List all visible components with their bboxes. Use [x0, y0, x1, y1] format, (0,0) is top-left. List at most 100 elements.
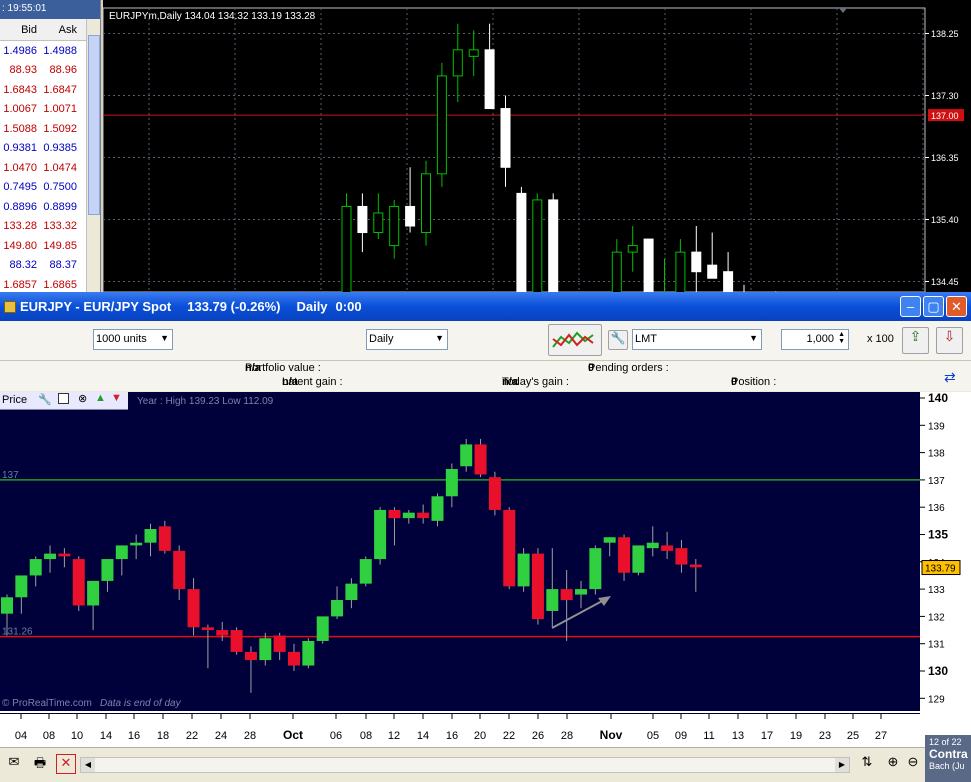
period-select-value: Daily [369, 333, 394, 345]
chart-style-button[interactable] [548, 324, 602, 356]
units-select[interactable]: 1000 units ▼ [93, 329, 173, 350]
status-bar: ✉ 🖶 ✕ ◀ ▶ ⇅ ⊕ ⊖ [0, 747, 971, 782]
quote-row[interactable]: 0.8896 0.8899 [0, 197, 100, 217]
market-watch-scrollbar[interactable] [86, 19, 100, 292]
prt-chart[interactable]: 1401391381371361351341331321311301291371… [0, 392, 971, 747]
candle-body [130, 542, 143, 546]
mt4-chart-window[interactable]: EURJPYm,Daily 134.04 134.32 133.19 133.2… [103, 0, 971, 292]
time-tick-label: 25 [847, 730, 859, 742]
no-sound-icon[interactable]: ✕ [56, 754, 76, 774]
quote-row[interactable]: 1.0470 1.0474 [0, 158, 100, 178]
scroll-right-icon[interactable]: ▶ [835, 758, 849, 772]
candle-body [675, 251, 686, 292]
candle-body [532, 199, 543, 292]
price-tick-label: 134.45 [931, 277, 959, 287]
candle-body [244, 651, 257, 661]
candle-body [87, 580, 100, 606]
wrench-icon[interactable]: 🔧 [38, 393, 52, 406]
prt-titlebar[interactable]: EURJPY - EUR/JPY Spot 133.79 (-0.26%) Da… [0, 292, 971, 321]
mail-icon[interactable]: ✉ [4, 754, 24, 774]
time-tick-label: 27 [875, 730, 887, 742]
bid-cell: 88.32 [9, 259, 37, 272]
quote-row[interactable]: 0.7495 0.7500 [0, 178, 100, 198]
quantity-stepper[interactable]: 1,000 ▲ ▼ [781, 329, 849, 350]
maximize-button[interactable]: ▢ [923, 296, 944, 317]
wrench-icon[interactable]: 🔧 [608, 330, 628, 350]
prt-toolbar: 1000 units ▼ Daily ▼ 🔧 LMT ▼ 1,000 ▲ ▼ x 100 … [0, 321, 971, 361]
swap-arrows-icon[interactable]: ⇄ [944, 369, 956, 386]
candle-body [531, 553, 544, 620]
down-arrow-icon[interactable]: ▼ [111, 392, 122, 404]
quote-row[interactable]: 1.5088 1.5092 [0, 119, 100, 139]
order-type-select[interactable]: LMT ▼ [632, 329, 762, 350]
zoom-out-icon[interactable]: ⊖ [903, 754, 923, 774]
window-controls: – ▢ ✕ [900, 296, 967, 317]
ask-cell: 149.85 [43, 239, 77, 252]
candle-body [115, 545, 128, 560]
time-tick-label: 28 [244, 730, 256, 742]
candle-body [421, 173, 431, 234]
quote-row[interactable]: 149.80 149.85 [0, 236, 100, 256]
up-arrow-icon[interactable]: ▲ [95, 392, 106, 404]
candle-body [723, 271, 734, 292]
close-button[interactable]: ✕ [946, 296, 967, 317]
candle-body [288, 651, 300, 666]
prt-window: EURJPY - EUR/JPY Spot 133.79 (-0.26%) Da… [0, 292, 971, 782]
zoom-in-icon[interactable]: ⊕ [883, 754, 903, 774]
prt-time: 0:00 [335, 299, 362, 314]
candle-body [548, 199, 559, 292]
candle-body [316, 616, 329, 641]
news-pager[interactable]: 12 of 22 Contra Bach (Ju [925, 735, 971, 782]
prt-chart-area[interactable]: 1401391381371361351341331321311301291371… [0, 392, 971, 747]
price-tick-label: 135 [928, 528, 948, 542]
ask-cell: 133.32 [43, 220, 77, 233]
time-tick-label: 28 [561, 730, 573, 742]
time-tick-label: 08 [360, 730, 372, 742]
resistance-line-label: 137 [2, 470, 19, 481]
time-tick-label: 05 [647, 730, 659, 742]
period-select[interactable]: Daily ▼ [366, 329, 448, 350]
quote-row[interactable]: 1.6843 1.6847 [0, 80, 100, 100]
plot-frame [103, 7, 926, 292]
sell-order-icon[interactable]: ⇩ [936, 327, 963, 354]
quote-row[interactable]: 88.32 88.37 [0, 256, 100, 276]
multiplier-label: x 100 [867, 333, 894, 345]
chart-horizontal-scrollbar[interactable]: ◀ ▶ [80, 757, 850, 773]
candle-body [187, 589, 200, 628]
time-tick-label: 06 [330, 730, 342, 742]
portfolio-label: Portfolio value : [245, 362, 321, 374]
quote-row[interactable]: 1.4986 1.4988 [0, 41, 100, 61]
close-icon[interactable]: ⊗ [78, 392, 87, 405]
print-icon[interactable]: 🖶 [30, 754, 50, 774]
candle-body [517, 553, 530, 587]
buy-order-icon[interactable]: ⇪ [902, 327, 929, 354]
scroll-thumb[interactable] [88, 35, 100, 215]
candle-body [516, 192, 527, 292]
time-tick-label: 16 [446, 730, 458, 742]
bid-cell: 88.93 [9, 64, 37, 77]
quote-row[interactable]: 1.0067 1.0071 [0, 100, 100, 120]
chevron-down-icon: ▼ [160, 333, 169, 343]
quote-row[interactable]: 0.9381 0.9385 [0, 139, 100, 159]
bid-column-header[interactable]: Bid [0, 24, 40, 36]
candle-body [603, 537, 616, 543]
mt4-chart[interactable]: EURJPYm,Daily 134.04 134.32 133.19 133.2… [103, 0, 971, 292]
candle-body [546, 589, 559, 611]
quote-row[interactable]: 1.6857 1.6865 [0, 275, 100, 292]
ask-cell: 1.5092 [43, 122, 77, 135]
zoom-tools-icon[interactable]: ⇅ [857, 754, 877, 774]
bid-cell: 133.28 [3, 220, 37, 233]
ask-column-header[interactable]: Ask [40, 24, 80, 36]
plot-background [0, 392, 920, 712]
quote-row[interactable]: 133.28 133.32 [0, 217, 100, 237]
quote-row[interactable]: 88.93 88.96 [0, 61, 100, 81]
window-icon[interactable] [58, 393, 69, 404]
scroll-left-icon[interactable]: ◀ [81, 758, 95, 772]
candle-body [341, 205, 352, 292]
ask-cell: 88.96 [49, 64, 77, 77]
price-panel-tab[interactable]: Price 🔧 ⊗ ▲ ▼ [0, 392, 128, 410]
bid-cell: 0.8896 [3, 200, 37, 213]
ask-cell: 0.9385 [43, 142, 77, 155]
minimize-button[interactable]: – [900, 296, 921, 317]
desktop: : 19:55:01 Bid Ask 1.4986 1.4988 88.93 88.9… [0, 0, 971, 782]
